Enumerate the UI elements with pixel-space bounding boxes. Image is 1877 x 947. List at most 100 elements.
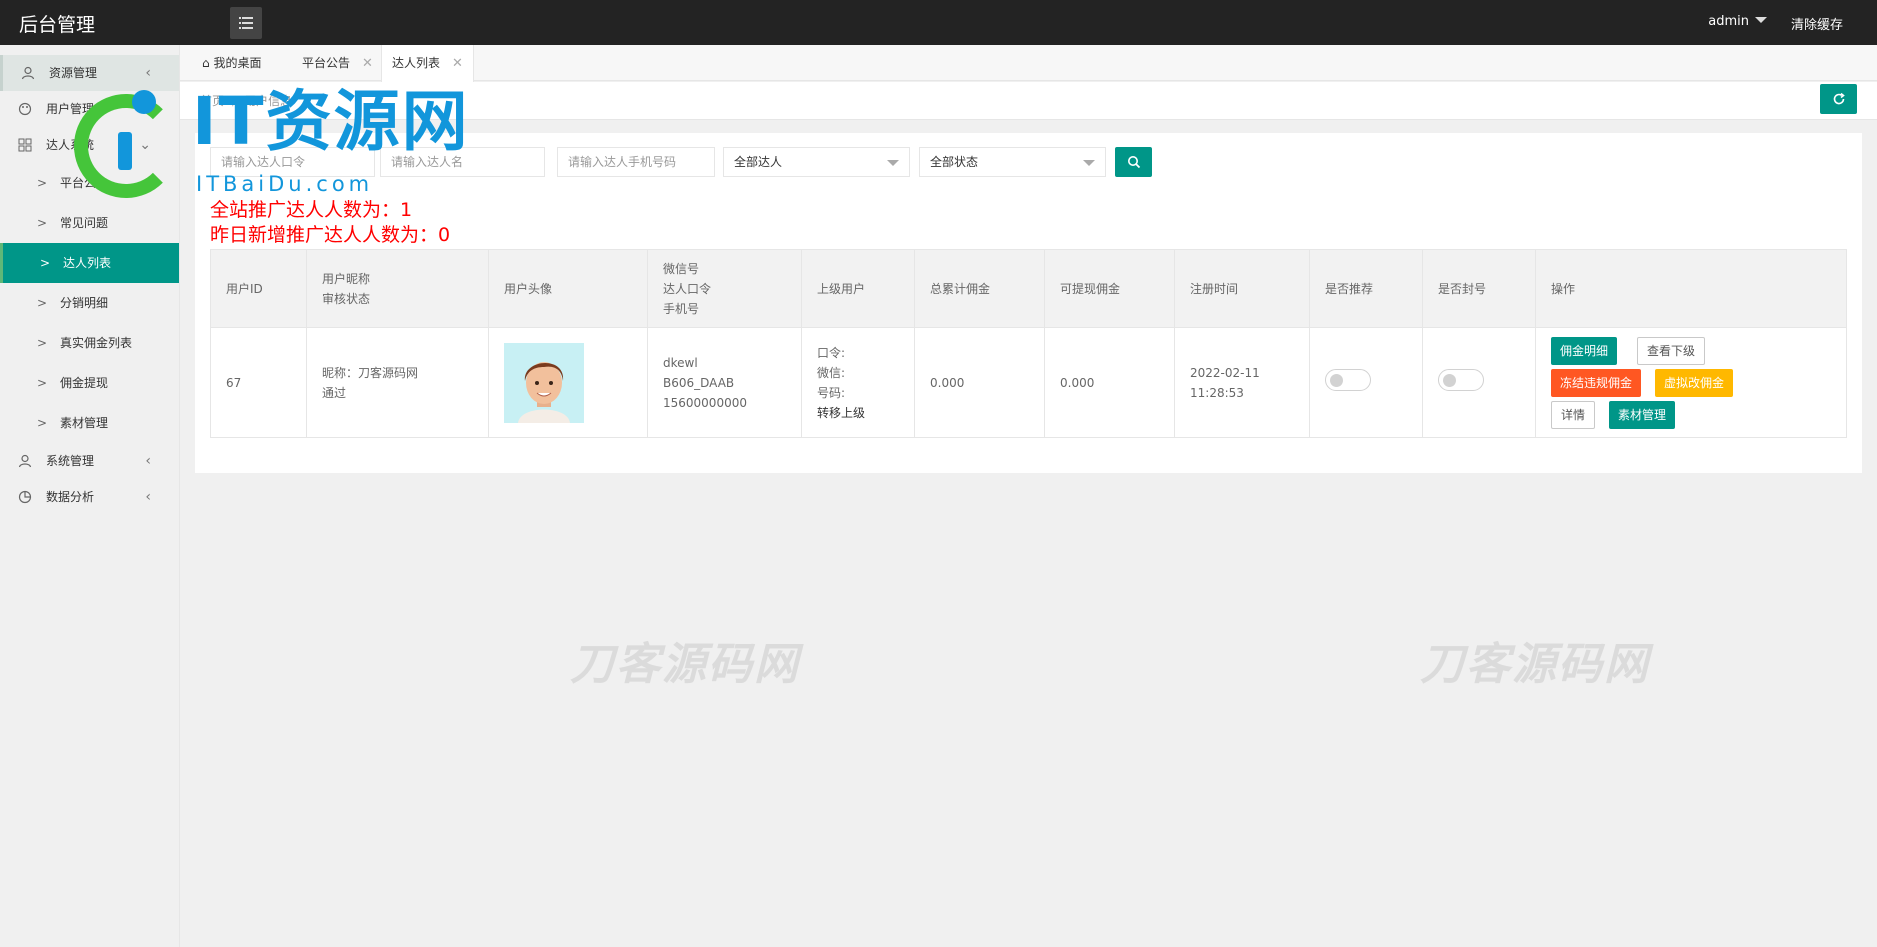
material-button[interactable]: 素材管理 — [1609, 400, 1676, 429]
chevron-right-icon: > — [37, 416, 48, 430]
caret-down-icon — [1083, 160, 1095, 166]
palette-icon — [18, 102, 32, 116]
sidebar-subitem-label: 佣金提现 — [60, 376, 109, 390]
col-total-commission: 总累计佣金 — [914, 249, 1045, 328]
tab-bar: ⌂ 我的桌面 平台公告 ✕ 达人列表 ✕ — [180, 45, 1877, 82]
grid-icon — [18, 138, 32, 152]
close-icon[interactable]: ✕ — [452, 56, 463, 71]
close-icon[interactable]: ✕ — [362, 56, 373, 71]
tab-label: 我的桌面 — [213, 56, 262, 70]
sidebar-subitem-distribution[interactable]: > 分销明细 — [0, 283, 179, 323]
cell-nickname: 昵称：刀客源码网 通过 — [306, 327, 489, 438]
cell-reg-time: 2022-02-11 11:28:53 — [1174, 327, 1310, 438]
sidebar-subitem-faq[interactable]: > 常见问题 — [0, 203, 179, 243]
chevron-left-icon: ‹ — [145, 453, 151, 469]
sidebar-subitem-label: 分销明细 — [60, 296, 109, 310]
col-avatar: 用户头像 — [488, 249, 648, 328]
cell-avatar — [488, 327, 648, 438]
refresh-button[interactable] — [1820, 84, 1857, 114]
clear-cache-link[interactable]: 清除缓存 — [1791, 14, 1843, 33]
tab-announcements[interactable]: 平台公告 ✕ — [292, 45, 383, 81]
talent-type-select[interactable]: 全部达人 — [723, 147, 910, 177]
cell-ops: 佣金明细 查看下级 冻结违规佣金 虚拟改佣金 详情 素材管理 — [1535, 327, 1847, 438]
col-ops: 操作 — [1535, 249, 1847, 328]
parent-wechat: 微信: — [817, 365, 846, 380]
view-subordinates-button[interactable]: 查看下级 — [1637, 336, 1706, 365]
brand-title: 后台管理 — [19, 14, 96, 36]
freeze-commission-button[interactable]: 冻结违规佣金 — [1551, 368, 1642, 397]
sidebar-item-label: 系统管理 — [46, 454, 95, 468]
recommend-toggle[interactable] — [1325, 368, 1371, 391]
top-header: 后台管理 admin 清除缓存 — [0, 0, 1877, 45]
sidebar-subitem-talent-list[interactable]: > 达人列表 — [0, 243, 179, 283]
col-withdrawable: 可提现佣金 — [1044, 249, 1175, 328]
sidebar-item-label: 资源管理 — [49, 66, 98, 80]
nickname-text: 昵称：刀客源码网 — [322, 365, 419, 380]
chevron-right-icon: > — [37, 216, 48, 230]
tab-desktop[interactable]: ⌂ 我的桌面 — [192, 45, 271, 81]
col-wechat: 微信号达人口令手机号 — [647, 249, 802, 328]
refresh-icon — [1833, 92, 1845, 105]
user-menu[interactable]: admin — [1708, 14, 1767, 29]
cell-wechat: dkewl B606_DAAB 15600000000 — [647, 327, 802, 438]
toggle-knob — [1330, 373, 1343, 387]
cell-banned — [1422, 327, 1536, 438]
sidebar-item-label: 数据分析 — [46, 490, 95, 504]
search-button[interactable] — [1115, 147, 1152, 177]
commission-detail-button[interactable]: 佣金明细 — [1551, 336, 1618, 365]
toggle-knob — [1443, 373, 1456, 387]
sidebar-item-analytics[interactable]: 数据分析 ‹ — [0, 479, 179, 515]
header-line: 手机号 — [663, 301, 700, 316]
transfer-parent-link[interactable]: 转移上级 — [817, 403, 899, 423]
audit-status: 通过 — [322, 385, 347, 400]
watermark-text: 刀客源码网 — [1420, 639, 1650, 690]
logo-subtext: ITBaiDu.com — [196, 172, 374, 196]
select-value: 全部达人 — [734, 155, 783, 169]
talent-table: 用户ID 用户昵称 审核状态 用户头像 微信号 达人口令 手机号 上级用户 总累计佣金… — [210, 249, 1847, 438]
reg-clock: 11:28:53 — [1190, 385, 1244, 400]
sidebar-subitem-label: 常见问题 — [60, 216, 109, 230]
logo-dot — [132, 90, 156, 114]
sidebar-subitem-label: 素材管理 — [60, 416, 109, 430]
cell-total-commission: 0.000 — [914, 327, 1045, 438]
parent-code: 口令: — [817, 345, 846, 360]
detail-button[interactable]: 详情 — [1551, 400, 1596, 429]
home-icon: ⌂ — [202, 56, 210, 70]
sidebar-item-system[interactable]: 系统管理 ‹ — [0, 443, 179, 479]
user-name: admin — [1708, 14, 1749, 29]
site-logo: IT资源网 ITBaiDu.com — [70, 80, 490, 200]
logo-text: IT资源网 — [192, 83, 470, 160]
avatar[interactable] — [504, 342, 584, 423]
chart-icon — [18, 490, 32, 504]
tab-label: 达人列表 — [392, 56, 441, 70]
user-icon — [21, 66, 35, 80]
header-line: 微信号 — [663, 261, 700, 276]
hamburger-icon — [239, 17, 253, 29]
sidebar-subitem-materials[interactable]: > 素材管理 — [0, 403, 179, 443]
col-banned: 是否封号 — [1422, 249, 1536, 328]
select-value: 全部状态 — [930, 155, 979, 169]
reg-date: 2022-02-11 — [1190, 365, 1260, 380]
chevron-right-icon: > — [37, 176, 48, 190]
col-reg-time: 注册时间 — [1174, 249, 1310, 328]
user-settings-icon — [18, 454, 32, 468]
sidebar-subitem-withdraw[interactable]: > 佣金提现 — [0, 363, 179, 403]
status-select[interactable]: 全部状态 — [919, 147, 1106, 177]
menu-toggle-button[interactable] — [230, 7, 262, 39]
col-recommend: 是否推荐 — [1309, 249, 1423, 328]
cell-user-id: 67 — [210, 327, 307, 438]
virtual-commission-button[interactable]: 虚拟改佣金 — [1655, 368, 1734, 397]
header-line: 用户昵称 — [322, 271, 371, 286]
talent-code: B606_DAAB — [663, 375, 735, 390]
phone-input[interactable]: 请输入达人手机号码 — [557, 147, 715, 177]
header-line: 达人口令 — [663, 281, 712, 296]
table-row: 67 昵称：刀客源码网 通过 dkewl B606_DAAB 15600000000 … — [210, 327, 1847, 438]
cell-recommend — [1309, 327, 1423, 438]
ban-toggle[interactable] — [1438, 368, 1484, 391]
tab-talent-list[interactable]: 达人列表 ✕ — [381, 45, 474, 82]
caret-down-icon — [1755, 17, 1767, 23]
stat-yesterday: 昨日新增推广达人人数为：0 — [210, 224, 451, 246]
sidebar-subitem-real-commission[interactable]: > 真实佣金列表 — [0, 323, 179, 363]
cell-withdrawable: 0.000 — [1044, 327, 1175, 438]
tab-label: 平台公告 — [302, 56, 351, 70]
